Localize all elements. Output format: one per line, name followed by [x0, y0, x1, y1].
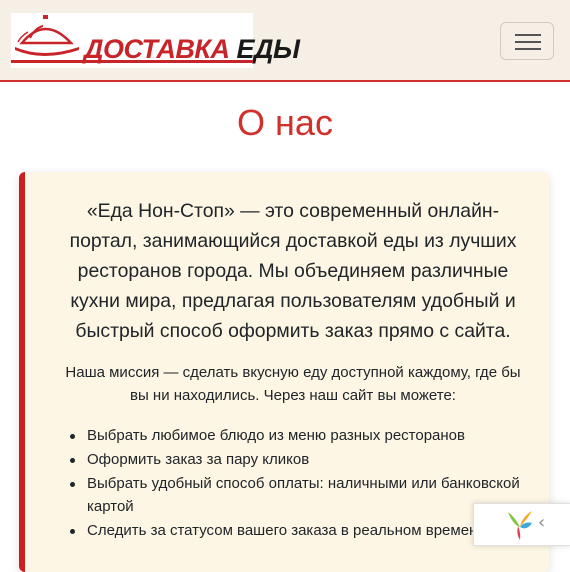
list-item: Выбрать удобный способ оплаты: наличными…	[53, 472, 531, 518]
page-title: О нас	[237, 102, 333, 143]
features-list: Выбрать любимое блюдо из меню разных рес…	[53, 424, 531, 543]
about-card: «Еда Нон-Стоп» — это современный онлайн-…	[19, 172, 549, 572]
list-item: Выбрать любимое блюдо из меню разных рес…	[53, 424, 531, 447]
navbar-toggler-button[interactable]	[500, 22, 554, 60]
cloche-icon	[15, 15, 79, 56]
navbar: ДОСТАВКА ЕДЫ	[0, 0, 570, 82]
yii-debug-toolbar[interactable]: ‹	[473, 503, 570, 546]
brand-underline	[11, 60, 253, 63]
hamburger-menu-icon	[515, 48, 541, 50]
chevron-left-icon[interactable]: ‹	[538, 512, 545, 534]
hamburger-menu-icon	[515, 41, 541, 43]
about-lead-text: «Еда Нон-Стоп» — это современный онлайн-…	[69, 200, 517, 342]
mission-text: Наша миссия — сделать вкусную еду доступ…	[65, 364, 521, 404]
hamburger-menu-icon	[515, 34, 541, 36]
list-item: Следить за статусом вашего заказа в реал…	[53, 519, 531, 542]
list-item: Оформить заказ за пару кликов	[53, 448, 531, 471]
brand-logo[interactable]: ДОСТАВКА ЕДЫ	[11, 13, 300, 68]
yii-logo-icon	[508, 511, 532, 540]
